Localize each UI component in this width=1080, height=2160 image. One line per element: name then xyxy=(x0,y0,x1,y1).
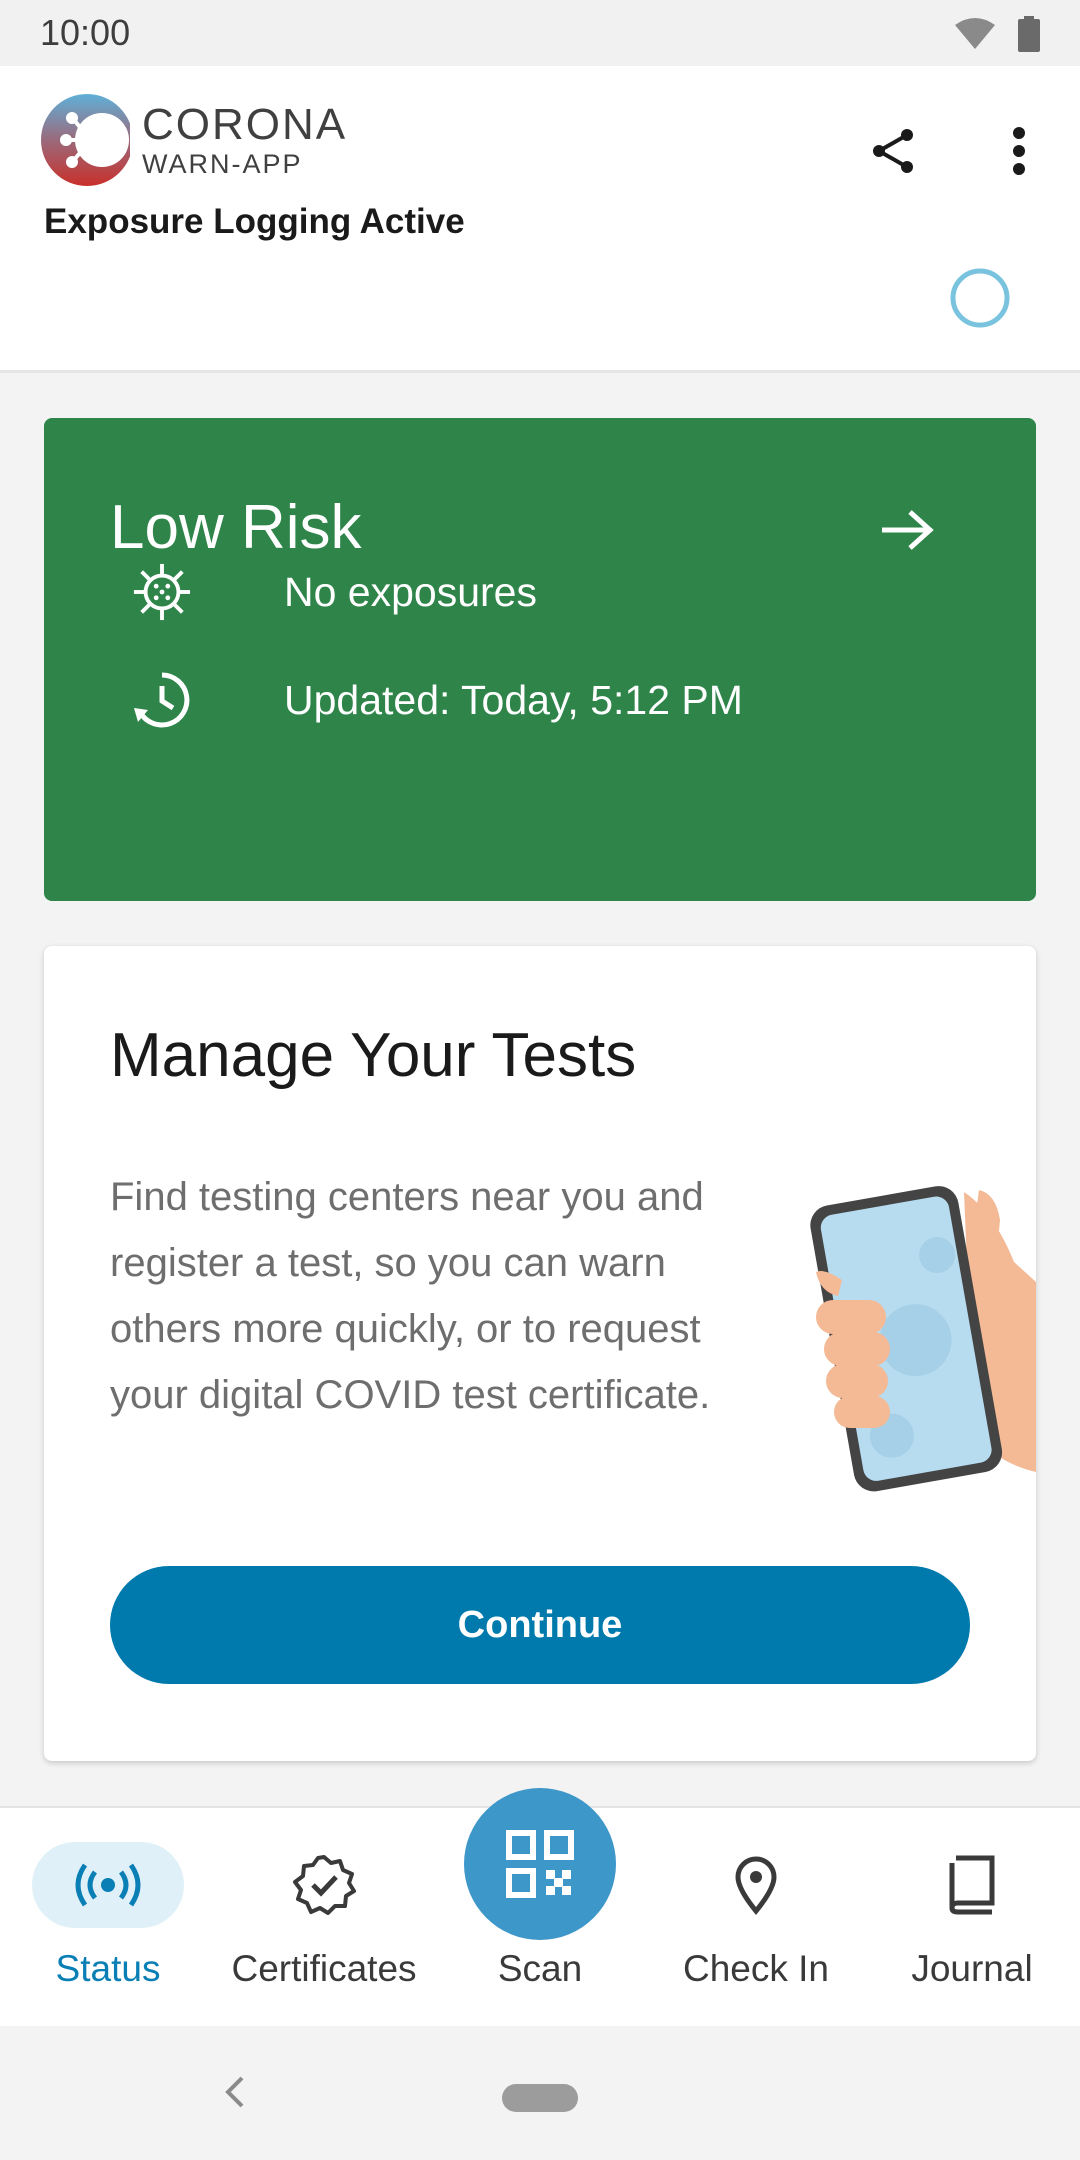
certificate-badge-icon xyxy=(293,1855,356,1915)
risk-row-updated: Updated: Today, 5:12 PM xyxy=(132,670,743,730)
nav-label-check-in: Check In xyxy=(682,1948,829,1989)
status-time: 10:00 xyxy=(40,12,131,53)
nav-label-certificates: Certificates xyxy=(231,1948,417,1989)
system-navigation-bar xyxy=(0,2026,1080,2160)
nav-item-journal[interactable]: Journal xyxy=(864,1808,1080,2028)
nav-item-scan[interactable]: Scan xyxy=(432,1788,648,2028)
more-vert-icon xyxy=(1013,127,1025,175)
status-bar: 10:00 xyxy=(0,0,1080,66)
wifi-icon xyxy=(955,18,995,49)
arrow-right-icon xyxy=(882,510,934,550)
status-icons xyxy=(954,16,1040,52)
battery-icon xyxy=(1018,16,1040,52)
logo-title: CORONA xyxy=(142,99,348,149)
share-icon xyxy=(873,129,913,173)
scan-fab-button[interactable] xyxy=(464,1788,616,1940)
nav-label-journal: Journal xyxy=(911,1948,1033,1989)
exposure-active-indicator-icon xyxy=(950,268,1010,328)
qr-code-icon xyxy=(506,1830,574,1898)
virus-icon xyxy=(133,563,191,621)
more-options-button[interactable] xyxy=(984,116,1054,186)
risk-exposures-text: No exposures xyxy=(284,568,537,615)
app-logo: CORONA WARN-APP xyxy=(40,90,347,190)
risk-updated-text: Updated: Today, 5:12 PM xyxy=(284,676,743,723)
exposure-logging-status[interactable]: Exposure Logging Active xyxy=(44,202,465,242)
logo-subtitle: WARN-APP xyxy=(142,148,303,179)
nav-item-status[interactable]: Status xyxy=(0,1808,216,2028)
nav-item-check-in[interactable]: Check In xyxy=(648,1808,864,2028)
book-icon xyxy=(949,1855,995,1915)
tests-description: Find testing centers near you and regist… xyxy=(110,1175,711,1417)
nav-label-status: Status xyxy=(55,1948,161,1989)
system-home-pill[interactable] xyxy=(502,2084,578,2112)
location-pin-icon xyxy=(735,1856,777,1915)
system-back-icon[interactable] xyxy=(220,2072,250,2112)
broadcast-icon xyxy=(75,1863,141,1907)
clock-update-icon xyxy=(134,672,190,728)
nav-label-scan: Scan xyxy=(497,1948,583,1989)
bottom-navigation: Status Certificates Scan Check In Journa… xyxy=(0,1788,1080,2028)
risk-row-exposures: No exposures xyxy=(132,562,537,622)
share-button[interactable] xyxy=(858,116,928,186)
continue-button[interactable]: Continue xyxy=(110,1566,970,1684)
tests-title: Manage Your Tests xyxy=(110,1021,637,1090)
phone-in-hand-illustration xyxy=(810,1186,1036,1492)
manage-tests-card: Manage Your Tests Find testing centers n… xyxy=(44,946,1036,1761)
nav-item-certificates[interactable]: Certificates xyxy=(216,1808,432,2028)
risk-card[interactable]: Low Risk No exposures Updated: Today, 5:… xyxy=(44,418,1036,901)
risk-title: Low Risk xyxy=(110,493,362,562)
corona-logo-icon xyxy=(41,94,130,186)
